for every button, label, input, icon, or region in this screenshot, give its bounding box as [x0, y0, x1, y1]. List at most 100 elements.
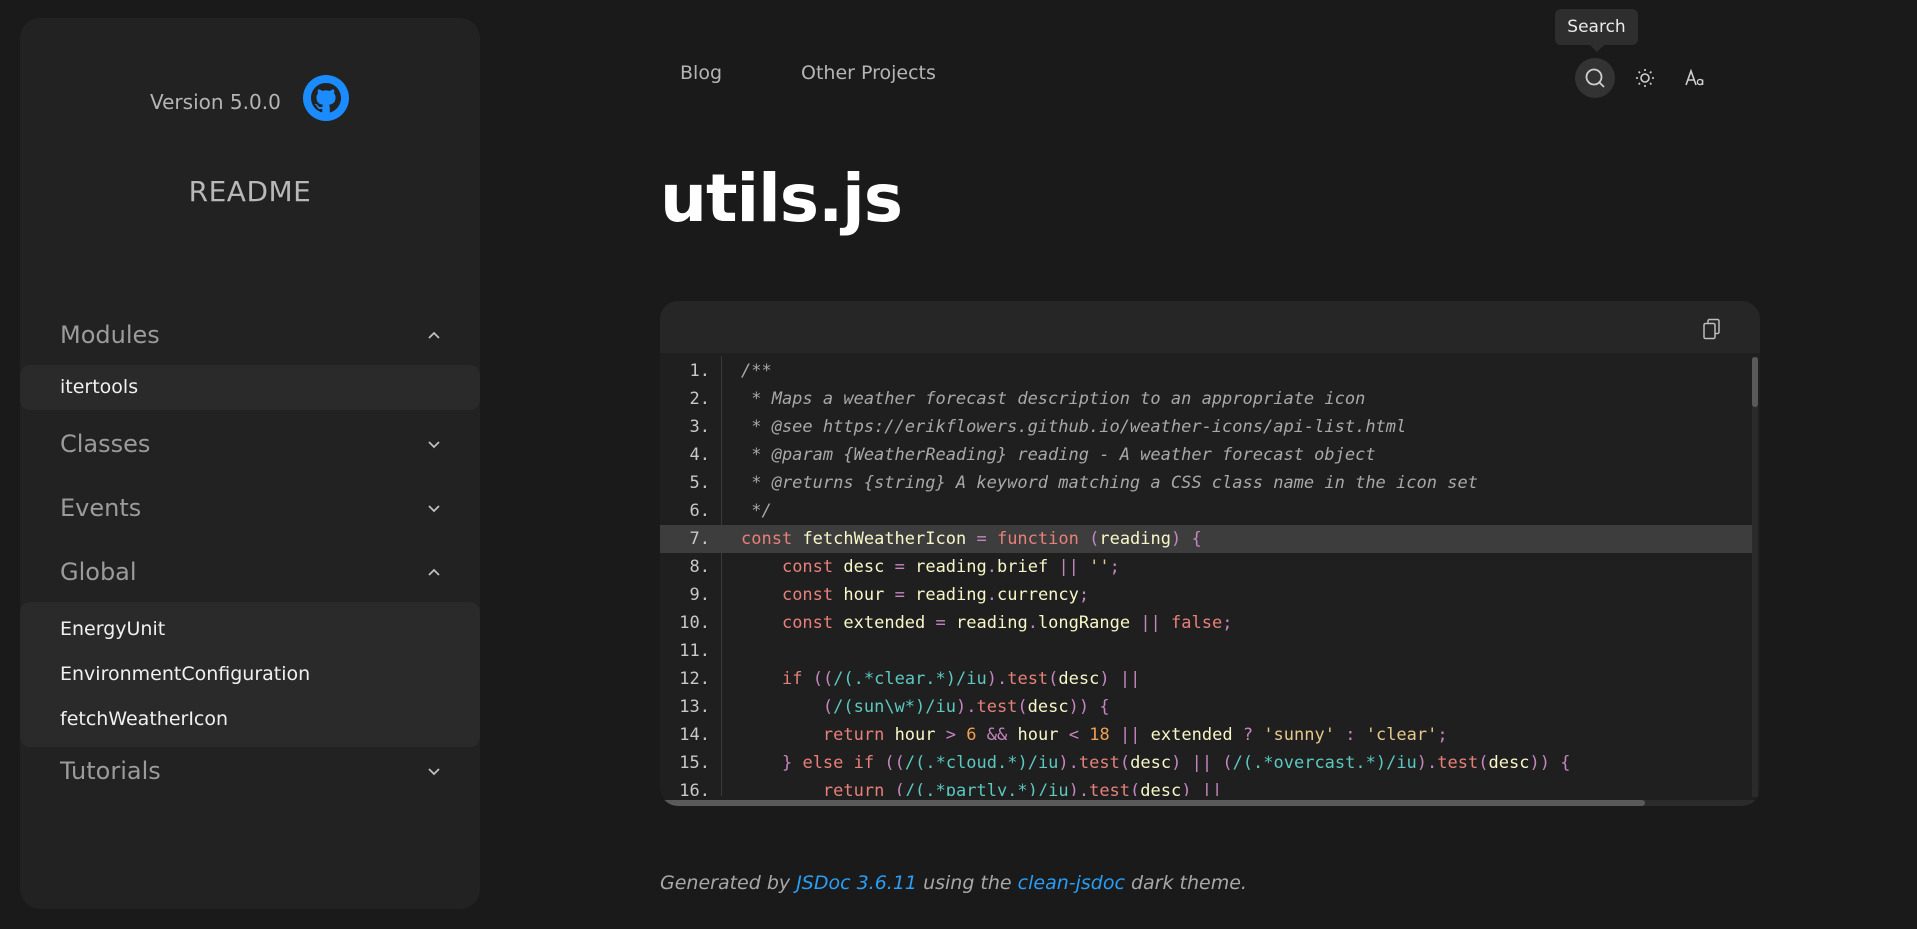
nav-link-blog[interactable]: Blog — [680, 62, 722, 84]
vertical-scrollbar[interactable] — [1752, 357, 1758, 797]
chevron-up-icon — [428, 568, 440, 576]
nav-head-label: Tutorials — [60, 757, 161, 785]
nav-link-other-projects[interactable]: Other Projects — [801, 62, 936, 84]
font-size-icon — [1685, 68, 1704, 86]
line-source: * Maps a weather forecast description to… — [741, 389, 1366, 409]
line-number: 7. — [689, 529, 710, 549]
line-source: * @param {WeatherReading} reading - A we… — [741, 445, 1376, 465]
nav-head-classes[interactable]: Classes — [20, 414, 480, 474]
nav-head-modules[interactable]: Modules — [20, 305, 480, 365]
footer: Generated by JSDoc 3.6.11 using the clea… — [660, 872, 1247, 894]
line-number: 6. — [689, 501, 710, 521]
line-number: 16. — [679, 781, 710, 796]
github-icon[interactable] — [302, 74, 350, 122]
nav-head-label: Modules — [60, 321, 160, 349]
nav-item-energyunit[interactable]: EnergyUnit — [20, 607, 480, 652]
search-tooltip: Search — [1555, 9, 1638, 52]
code-line: 16. return (/(.*partly.*)/iu).test(desc)… — [660, 777, 1752, 796]
nav-group-tutorials: Tutorials — [20, 741, 480, 801]
code-line: 2. * Maps a weather forecast description… — [660, 385, 1752, 413]
line-number: 11. — [679, 641, 710, 661]
line-source: * @see https://erikflowers.github.io/wea… — [741, 417, 1407, 437]
version-label: Version 5.0.0 — [150, 90, 281, 114]
code-line: 8. const desc = reading.brief || ''; — [660, 553, 1752, 581]
line-source: } else if ((/(.*cloud.*)/iu).test(desc) … — [781, 753, 1571, 773]
code-line: 10. const extended = reading.longRange |… — [660, 609, 1752, 637]
code-line: 4. * @param {WeatherReading} reading - A… — [660, 441, 1752, 469]
line-number: 1. — [689, 361, 710, 381]
code-line: 15. } else if ((/(.*cloud.*)/iu).test(de… — [660, 749, 1752, 777]
page-title: utils.js — [660, 160, 903, 237]
search-button[interactable] — [1575, 58, 1615, 98]
nav-head-tutorials[interactable]: Tutorials — [20, 741, 480, 801]
line-number: 8. — [689, 557, 710, 577]
sidebar-header: Version 5.0.0 README — [20, 18, 480, 218]
line-source: (/(sun\w*)/iu).test(desc)) { — [822, 697, 1110, 717]
code-line: 13. (/(sun\w*)/iu).test(desc)) { — [660, 693, 1752, 721]
nav-group-global: Global EnergyUnit EnvironmentConfigurati… — [20, 542, 480, 747]
line-number: 5. — [689, 473, 710, 493]
line-source: const desc = reading.brief || ''; — [781, 557, 1120, 577]
nav-head-label: Global — [60, 558, 137, 586]
line-source: const fetchWeatherIcon = function (readi… — [741, 529, 1202, 549]
line-number: 10. — [679, 613, 710, 633]
footer-prefix: Generated by — [660, 872, 797, 894]
line-number: 14. — [679, 725, 710, 745]
search-icon — [1585, 68, 1605, 88]
nav-item-itertools[interactable]: itertools — [20, 365, 480, 410]
footer-middle: using the — [917, 872, 1018, 894]
copy-icon[interactable] — [1702, 318, 1722, 340]
line-number: 4. — [689, 445, 710, 465]
code-line: 3. * @see https://erikflowers.github.io/… — [660, 413, 1752, 441]
line-source: return hour > 6 && hour < 18 || extended… — [822, 725, 1448, 745]
chevron-up-icon — [428, 331, 440, 339]
line-source: const extended = reading.longRange || fa… — [781, 613, 1233, 633]
nav-sub-global: EnergyUnit EnvironmentConfiguration fetc… — [20, 602, 480, 747]
line-source: const hour = reading.currency; — [781, 585, 1090, 605]
readme-link[interactable]: README — [20, 175, 480, 208]
clean-jsdoc-link[interactable]: clean-jsdoc — [1018, 872, 1125, 894]
nav-head-label: Classes — [60, 430, 151, 458]
nav-group-events: Events — [20, 478, 480, 538]
line-source: if ((/(.*clear.*)/iu).test(desc) || — [781, 669, 1141, 689]
theme-toggle-button[interactable] — [1625, 58, 1665, 98]
code-line: 12. if ((/(.*clear.*)/iu).test(desc) || — [660, 665, 1752, 693]
line-number: 12. — [679, 669, 710, 689]
code-line: 1. /** — [660, 357, 1752, 385]
footer-suffix: dark theme. — [1124, 872, 1247, 894]
nav-sub-modules: itertools — [20, 365, 480, 410]
vertical-scrollbar-thumb[interactable] — [1752, 357, 1758, 407]
line-source: /** — [741, 361, 772, 381]
nav-item-environmentconfiguration[interactable]: EnvironmentConfiguration — [20, 652, 480, 697]
line-source: return (/(.*partly.*)/iu).test(desc) || — [822, 781, 1223, 796]
code-line: 6. */ — [660, 497, 1752, 525]
horizontal-scrollbar[interactable] — [660, 800, 1760, 806]
nav-item-fetchweathericon[interactable]: fetchWeatherIcon — [20, 697, 480, 742]
chevron-down-icon — [428, 505, 440, 513]
line-number: 13. — [679, 697, 710, 717]
line-number: 15. — [679, 753, 710, 773]
nav-head-events[interactable]: Events — [20, 478, 480, 538]
code-header — [660, 301, 1760, 353]
chevron-down-icon — [428, 441, 440, 449]
code-line: 11. — [660, 637, 1752, 665]
code-line: 5. * @returns {string} A keyword matchin… — [660, 469, 1752, 497]
code-block: 1. /** 2. * Maps a weather forecast descri… — [660, 301, 1760, 806]
horizontal-scrollbar-thumb[interactable] — [660, 800, 1645, 806]
nav-head-global[interactable]: Global — [20, 542, 480, 602]
code-line: 14. return hour > 6 && hour < 18 || exte… — [660, 721, 1752, 749]
line-source: * @returns {string} A keyword matching a… — [741, 473, 1478, 493]
sun-icon — [1636, 69, 1654, 87]
font-size-button[interactable] — [1675, 58, 1715, 98]
line-number: 9. — [689, 585, 710, 605]
nav-group-modules: Modules itertools — [20, 305, 480, 410]
chevron-down-icon — [428, 768, 440, 776]
sidebar: Version 5.0.0 README Modules itertools C… — [20, 18, 480, 909]
code-body[interactable]: 1. /** 2. * Maps a weather forecast descri… — [660, 356, 1752, 796]
line-number: 2. — [689, 389, 710, 409]
code-line: 7. const fetchWeatherIcon = function (rea… — [660, 525, 1752, 553]
jsdoc-link[interactable]: JSDoc 3.6.11 — [796, 872, 917, 894]
line-source: */ — [741, 501, 772, 521]
nav-group-classes: Classes — [20, 414, 480, 474]
code-line: 9. const hour = reading.currency; — [660, 581, 1752, 609]
